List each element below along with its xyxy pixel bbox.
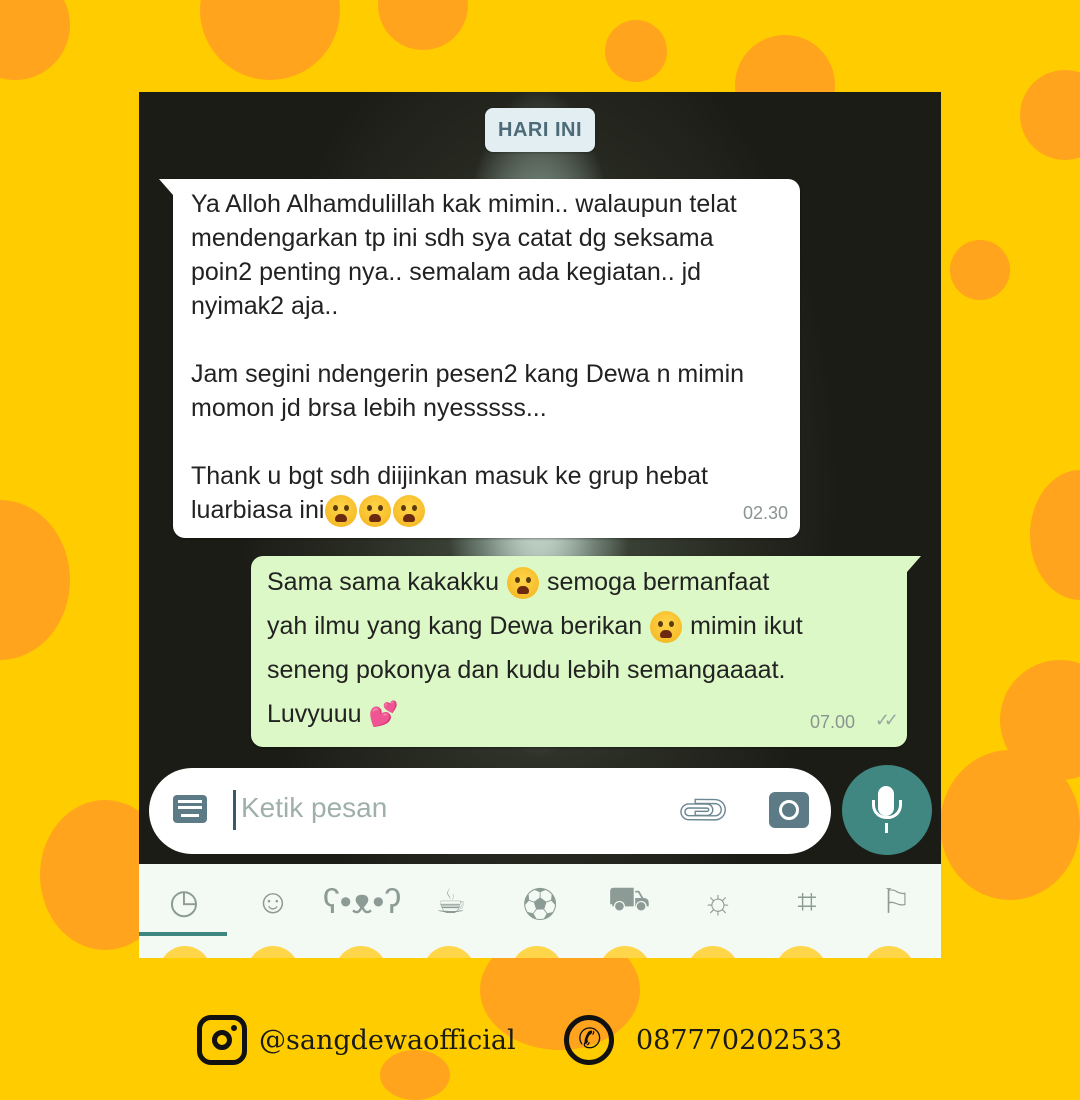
active-tab-indicator xyxy=(139,932,227,936)
symbols-icon[interactable]: ⌗ xyxy=(783,878,831,926)
crying-emoji-icon xyxy=(507,567,539,600)
cup-icon[interactable]: ☕︎ xyxy=(427,878,475,926)
clock-icon[interactable]: ◷ xyxy=(160,878,208,926)
attach-icon[interactable]: 📎︎ xyxy=(673,780,735,842)
message-time: 07.00 xyxy=(809,712,855,732)
instagram-handle: @sangdewaofficial xyxy=(197,1013,516,1067)
message-time: 02.30 xyxy=(742,503,788,523)
text-cursor xyxy=(233,790,236,830)
chat-screen: HARI INI Ya Alloh Alhamdulillah kak mimi… xyxy=(139,92,941,958)
incoming-message[interactable]: Ya Alloh Alhamdulillah kak mimin.. walau… xyxy=(159,179,800,538)
bear-icon[interactable]: ʕ•ᴥ•ʔ xyxy=(323,878,401,926)
ball-icon[interactable]: ⚽︎ xyxy=(516,878,564,926)
smiley-icon[interactable]: ☺ xyxy=(249,878,297,926)
whatsapp-number: 087770202533 xyxy=(564,1013,842,1067)
keyboard-icon[interactable] xyxy=(173,795,207,823)
mic-icon xyxy=(872,786,902,819)
heart-emoji-icon: 💕 xyxy=(368,701,399,729)
crying-emoji-icon xyxy=(650,611,683,644)
whatsapp-icon xyxy=(564,1015,614,1065)
message-input[interactable]: Ketik pesan xyxy=(241,792,387,824)
car-icon[interactable]: ⛟ xyxy=(605,878,653,926)
bulb-icon[interactable]: ☼ xyxy=(694,878,742,926)
outgoing-message[interactable]: Sama sama kakakku semoga bermanfaat yah … xyxy=(251,556,921,747)
message-composer[interactable]: Ketik pesan 📎︎ xyxy=(149,768,831,854)
instagram-icon xyxy=(197,1015,247,1065)
message-text: Ya Alloh Alhamdulillah kak mimin.. walau… xyxy=(191,187,791,528)
voice-record-button[interactable] xyxy=(842,765,932,855)
double-check-icon: ✓✓ xyxy=(874,710,899,730)
message-text: Sama sama kakakku semoga bermanfaat yah … xyxy=(267,560,887,737)
emoji-keyboard: ◷ ☺ ʕ•ᴥ•ʔ ☕︎ ⚽︎ ⛟ ☼ ⌗ ⚐ xyxy=(139,864,941,958)
crying-emoji-icon xyxy=(324,495,426,528)
date-divider: HARI INI xyxy=(485,108,595,152)
camera-icon[interactable] xyxy=(769,792,809,828)
flag-icon[interactable]: ⚐ xyxy=(872,878,920,926)
